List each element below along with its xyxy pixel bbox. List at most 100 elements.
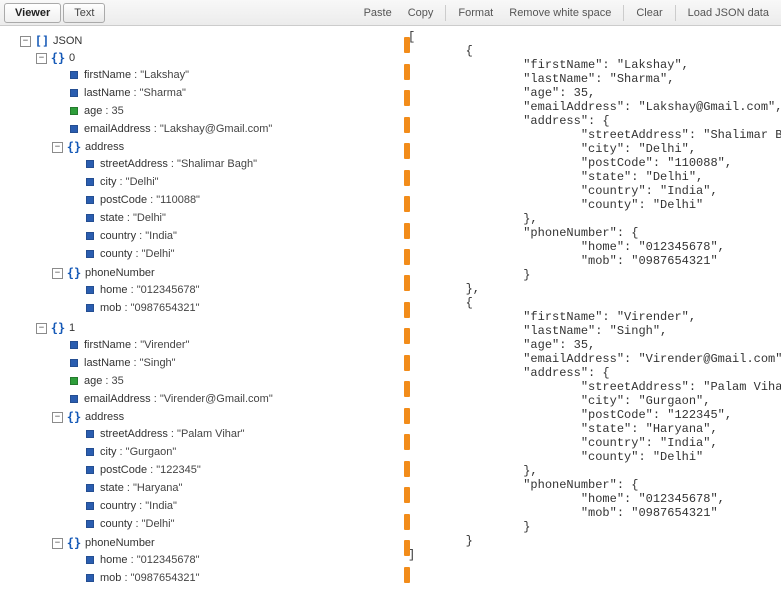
tree-leaf[interactable]: county : "Delhi" [68,516,396,532]
tree-root-node[interactable]: − [] JSON [20,33,396,49]
tree-pane[interactable]: − [] JSON − {} 0 firstName : "Lakshay" [0,26,400,594]
tree-object-node[interactable]: −{} phoneNumber [52,535,396,551]
collapse-icon[interactable]: − [36,323,47,334]
tree-leaf[interactable]: age : 35 [52,373,396,389]
string-icon [86,556,94,564]
main-area: − [] JSON − {} 0 firstName : "Lakshay" [0,26,781,594]
value: "Haryana" [133,482,182,494]
object-icon: {} [51,52,65,64]
tree-leaf[interactable]: country : "India" [68,498,396,514]
tree-leaf[interactable]: emailAddress : "Lakshay@Gmail.com" [52,121,396,137]
tree-leaf[interactable]: firstName : "Lakshay" [52,67,396,83]
key: firstName [84,69,131,81]
key: lastName [84,357,130,369]
clear-button[interactable]: Clear [628,4,670,22]
key: country [100,230,136,242]
collapse-icon[interactable]: − [52,412,63,423]
tree-leaf[interactable]: country : "India" [68,228,396,244]
tree-leaf[interactable]: mob : "0987654321" [68,570,396,586]
value: "India" [145,500,177,512]
tree-leaf[interactable]: postCode : "122345" [68,462,396,478]
value: "Delhi" [126,176,159,188]
tree-object-node[interactable]: −{} address [52,409,396,425]
string-icon [70,125,78,133]
value: "Gurgaon" [126,446,177,458]
object-icon: {} [67,537,81,549]
value: 35 [112,375,124,387]
value: "012345678" [137,554,200,566]
object-icon: {} [67,267,81,279]
key: postCode [100,194,147,206]
paste-button[interactable]: Paste [356,4,400,22]
tree-object-node[interactable]: − {} 1 [36,320,396,336]
load-json-button[interactable]: Load JSON data [680,4,777,22]
string-icon [86,160,94,168]
tree-leaf[interactable]: home : "012345678" [68,282,396,298]
value: "Shalimar Bagh" [177,158,257,170]
tree-leaf[interactable]: streetAddress : "Shalimar Bagh" [68,156,396,172]
key: firstName [84,339,131,351]
tree-leaf[interactable]: streetAddress : "Palam Vihar" [68,426,396,442]
string-icon [70,89,78,97]
tree-leaf[interactable]: city : "Delhi" [68,174,396,190]
tree-object-node[interactable]: −{}phoneNumber [52,265,396,281]
tree-leaf[interactable]: state : "Haryana" [68,480,396,496]
tree-leaf[interactable]: postCode : "110088" [68,192,396,208]
string-icon [86,430,94,438]
value: "Sharma" [140,87,186,99]
string-icon [86,466,94,474]
tree-leaf[interactable]: lastName : "Sharma" [52,85,396,101]
string-icon [86,448,94,456]
key: city [100,446,117,458]
key: postCode [100,464,147,476]
tree-leaf[interactable]: city : "Gurgaon" [68,444,396,460]
tree-leaf[interactable]: state : "Delhi" [68,210,396,226]
key: streetAddress [100,158,168,170]
value: "Delhi" [133,212,166,224]
key: emailAddress [84,123,151,135]
collapse-icon[interactable]: − [52,142,63,153]
tab-viewer[interactable]: Viewer [4,3,61,23]
node-label: address [85,411,124,423]
tree-object-node[interactable]: −{}address [52,139,396,155]
json-text-pane[interactable]: [ { "firstName": "Lakshay", "lastName": … [400,26,781,594]
string-icon [70,359,78,367]
tab-text[interactable]: Text [63,3,105,23]
separator [623,5,624,21]
remove-whitespace-button[interactable]: Remove white space [501,4,619,22]
key: state [100,482,124,494]
collapse-icon[interactable]: − [52,538,63,549]
tree-leaf[interactable]: mob : "0987654321" [68,300,396,316]
tree-leaf[interactable]: county : "Delhi" [68,246,396,262]
collapse-icon[interactable]: − [20,36,31,47]
separator [675,5,676,21]
key: lastName [84,87,130,99]
object-icon: {} [51,322,65,334]
tree-leaf[interactable]: emailAddress : "Virender@Gmail.com" [52,391,396,407]
value: "Lakshay" [140,69,189,81]
tree-leaf[interactable]: firstName : "Virender" [52,337,396,353]
tree-object-node[interactable]: − {} 0 [36,50,396,66]
value: "122345" [156,464,201,476]
key: home [100,284,128,296]
key: county [100,248,132,260]
tree-leaf[interactable]: home : "012345678" [68,552,396,568]
key: city [100,176,117,188]
string-icon [86,178,94,186]
value: "India" [145,230,177,242]
node-label: phoneNumber [85,537,155,549]
collapse-icon[interactable]: − [36,53,47,64]
number-icon [70,377,78,385]
copy-button[interactable]: Copy [400,4,442,22]
pane-divider[interactable] [400,32,414,588]
tree-leaf[interactable]: lastName : "Singh" [52,355,396,371]
node-label: 0 [69,52,75,64]
tree-leaf[interactable]: age : 35 [52,103,396,119]
format-button[interactable]: Format [450,4,501,22]
string-icon [86,250,94,258]
node-label: 1 [69,322,75,334]
value: "110088" [156,194,200,206]
object-icon: {} [67,411,81,423]
collapse-icon[interactable]: − [52,268,63,279]
string-icon [86,214,94,222]
